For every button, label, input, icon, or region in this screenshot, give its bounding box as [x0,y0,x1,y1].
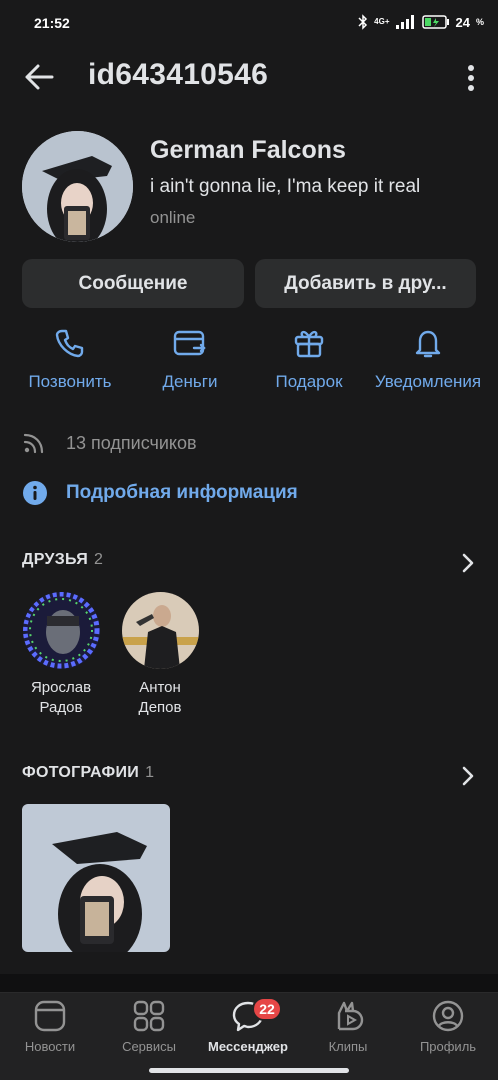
followers-row[interactable]: 13 подписчиков [22,430,197,456]
profile-name: German Falcons [150,136,346,164]
tab-news-label: Новости [24,1039,76,1054]
profile-status-text: i ain't gonna lie, I'ma keep it real [150,176,421,197]
friend-item[interactable]: Ярослав Радов [13,592,109,718]
home-indicator[interactable] [149,1068,349,1073]
photo-thumbnail[interactable] [22,804,170,952]
call-action[interactable]: Позвонить [10,326,130,392]
tab-services-label: Сервисы [122,1039,176,1054]
tab-messenger[interactable]: 22 Мессенджер [198,997,298,1054]
tab-services[interactable]: Сервисы [99,999,199,1054]
message-button[interactable]: Сообщение [22,259,244,308]
signal-icon [395,15,414,29]
friend-avatar [22,592,100,669]
profile-avatar[interactable] [22,131,133,242]
gift-icon [294,330,324,358]
followers-count: 13 подписчиков [66,432,197,453]
tab-news[interactable]: Новости [0,999,100,1054]
bell-icon [415,330,441,358]
tabbar-divider [0,974,498,992]
photos-header[interactable]: ФОТОГРАФИИ 1 [22,764,478,788]
photos-count: 1 [145,764,154,781]
profile-header: id643410546 [0,52,498,102]
chevron-right-icon [462,553,474,573]
rss-icon [23,433,44,454]
details-link: Подробная информация [66,482,298,503]
bottom-tab-bar: Новости Сервисы 22 Мессенджер Клипы Проф… [0,992,498,1080]
add-friend-button[interactable]: Добавить в дру... [255,259,476,308]
notifications-action[interactable]: Уведомления [368,326,488,392]
tab-clips[interactable]: Клипы [298,999,398,1054]
gift-label: Подарок [275,372,343,391]
tab-clips-label: Клипы [328,1039,368,1054]
bluetooth-icon [358,14,368,30]
friend-last-name: Депов [138,699,182,716]
battery-level: 24 [455,14,470,30]
news-icon [34,1000,66,1032]
gift-action[interactable]: Подарок [249,326,369,392]
tab-profile-label: Профиль [419,1039,477,1054]
clock: 21:52 [34,15,70,31]
friends-title: ДРУЗЬЯ [22,551,89,568]
network-type: 4G+ [374,17,390,26]
tab-profile[interactable]: Профиль [398,999,498,1054]
more-menu-icon[interactable] [466,64,476,92]
battery-icon [421,15,449,29]
back-arrow-icon[interactable] [22,62,56,92]
friends-header[interactable]: ДРУЗЬЯ 2 [22,551,478,575]
info-icon [23,481,47,505]
details-row[interactable]: Подробная информация [22,479,298,507]
chevron-right-icon [462,766,474,786]
photos-title: ФОТОГРАФИИ [22,764,140,781]
call-label: Позвонить [28,372,112,391]
page-title: id643410546 [88,58,269,91]
money-card-icon [173,330,206,356]
friend-avatar [121,592,199,669]
phone-icon [55,329,84,358]
online-indicator: online [150,208,196,227]
friends-count: 2 [94,551,103,568]
friend-first-name: Антон [139,679,181,696]
money-action[interactable]: Деньги [130,326,250,392]
unread-badge: 22 [252,997,282,1021]
status-icons: 4G+ 24% [358,14,484,30]
notifications-label: Уведомления [374,372,482,391]
tab-messenger-label: Мессенджер [208,1039,288,1054]
friend-last-name: Радов [39,699,83,716]
services-icon [133,1000,165,1032]
friend-first-name: Ярослав [30,679,92,696]
status-bar: 21:52 4G+ 24% [0,0,498,44]
clips-icon [337,1001,364,1031]
money-label: Деньги [162,372,218,391]
profile-icon [432,1000,464,1032]
friend-item[interactable]: Антон Депов [112,592,208,718]
